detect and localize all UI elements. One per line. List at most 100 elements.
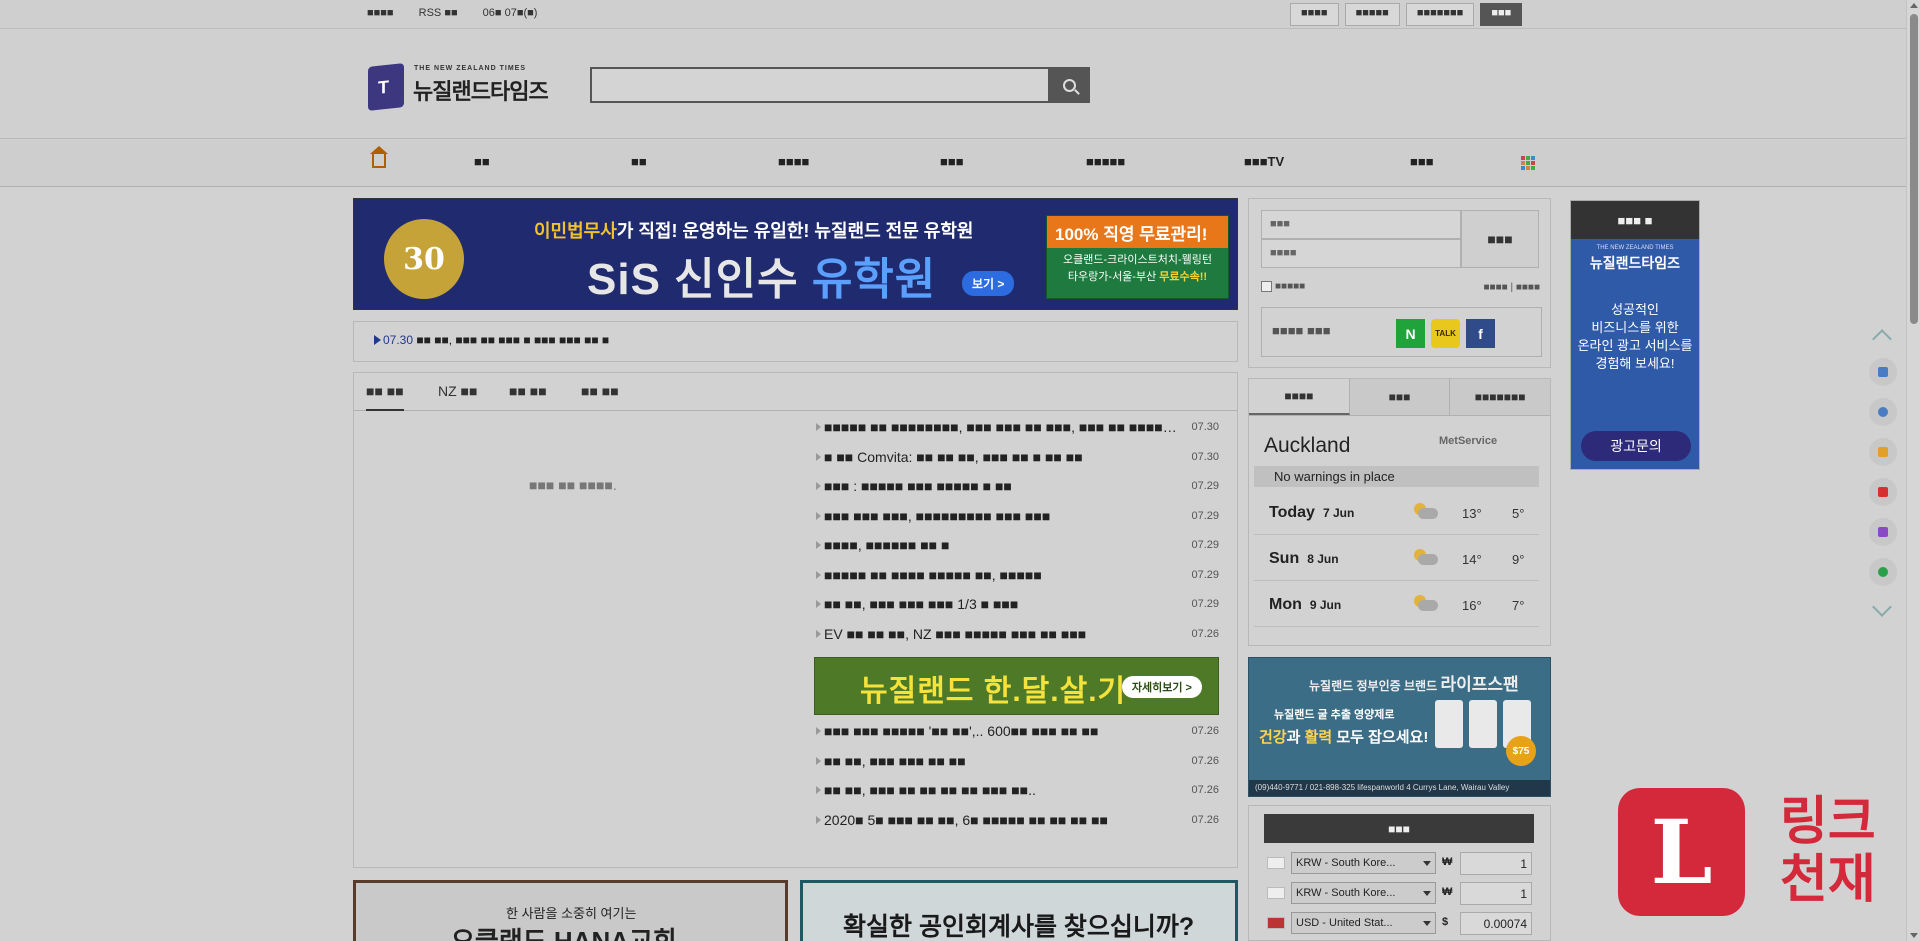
site-logo[interactable]: T THE NEW ZEALAND TIMES 뉴질랜드타임즈 xyxy=(368,63,568,113)
user-icon[interactable] xyxy=(1869,398,1897,426)
month-stay-title: 뉴질랜드 한.달.살.기 xyxy=(860,675,1127,708)
logo-text: 뉴질랜드타임즈 xyxy=(413,79,549,104)
ticker-date: 07.30 xyxy=(383,333,414,347)
nav-item-4[interactable]: ■■■ xyxy=(940,154,964,169)
nav-item-3[interactable]: ■■■■ xyxy=(778,154,809,169)
tab-news-4[interactable]: ■■ ■■ xyxy=(581,383,619,399)
ad-inquiry-button[interactable]: 광고문의 xyxy=(1581,431,1691,461)
currency-select[interactable]: KRW - South Kore... xyxy=(1291,852,1436,874)
weather-tabs: ■■■■ ■■■ ■■■■■■■ xyxy=(1249,379,1551,416)
news-ticker[interactable]: 07.30 ■■ ■■, ■■■ ■■ ■■■ ■ ■■■ ■■■ ■■ ■ xyxy=(353,321,1238,362)
bell-icon[interactable] xyxy=(1869,478,1897,506)
scroll-down-arrow[interactable] xyxy=(1910,933,1918,938)
currency-row: USD - United Stat... $ 0.00074 xyxy=(1267,911,1537,937)
password-field[interactable]: ■■■■ xyxy=(1261,239,1461,268)
top-utility-bar: ■■■■ RSS ■■ 06■ 07■(■) ■■■■ ■■■■■ ■■■■■■… xyxy=(0,0,1906,29)
news-item[interactable]: ■■■■■ ■■ ■■■■■■■■, ■■■ ■■■ ■■ ■■■, ■■■ ■… xyxy=(814,419,1219,449)
chat-icon[interactable] xyxy=(1869,438,1897,466)
top-button-4[interactable]: ■■■ xyxy=(1480,3,1523,26)
nav-item-7[interactable]: ■■■ xyxy=(1410,154,1434,169)
search-icon xyxy=(1062,78,1076,92)
news-item[interactable]: ■■ ■■, ■■■ ■■■ ■■■ 1/3 ■ ■■■ 07.29 xyxy=(814,596,1219,626)
tab-weather-2[interactable]: ■■■ xyxy=(1349,379,1451,415)
scroll-bottom-icon[interactable] xyxy=(1872,597,1892,617)
no-image-text: ■■■ ■■ ■■■■. xyxy=(529,477,617,493)
top-button-2[interactable]: ■■■■■ xyxy=(1344,3,1400,26)
price-badge: $75 xyxy=(1506,736,1536,766)
home-icon[interactable] xyxy=(370,146,388,168)
username-field[interactable]: ■■■ xyxy=(1261,210,1461,239)
nav-item-tv[interactable]: ■■■TV xyxy=(1244,154,1284,169)
tab-news-1[interactable]: ■■ ■■ xyxy=(366,383,404,411)
side-ad[interactable]: ■■■ ■ THE NEW ZEALAND TIMES 뉴질랜드타임즈 성공적인… xyxy=(1570,200,1700,470)
ticker-play-icon xyxy=(374,335,381,345)
amount-input[interactable]: 1 xyxy=(1460,852,1532,875)
usa-flag-icon xyxy=(1267,917,1285,929)
watermark-text: 링크 천재 xyxy=(1780,793,1876,909)
auto-login-checkbox[interactable]: ■■■■■ xyxy=(1261,281,1305,292)
social-login-label: ■■■■ ■■■ xyxy=(1272,323,1331,338)
news-item[interactable]: EV ■■ ■■ ■■, NZ ■■■ ■■■■■ ■■■ ■■ ■■■ 07.2… xyxy=(814,626,1219,656)
rss-link[interactable]: RSS ■■ xyxy=(419,7,458,19)
menu-icon[interactable] xyxy=(1869,358,1897,386)
news-panel: ■■ ■■ NZ ■■ ■■ ■■ ■■ ■■ ■■■ ■■ ■■■■. ■■■… xyxy=(353,372,1238,868)
showers-icon xyxy=(1414,549,1438,569)
scroll-thumb[interactable] xyxy=(1910,14,1918,324)
nav-item-2[interactable]: ■■ xyxy=(631,154,647,169)
shop-icon[interactable] xyxy=(1869,518,1897,546)
logo-mark: T xyxy=(368,63,404,111)
month-stay-banner[interactable]: 뉴질랜드 한.달.살.기 자세히보기 > xyxy=(814,657,1219,715)
amount-input[interactable]: 1 xyxy=(1460,882,1532,905)
search-icon[interactable] xyxy=(1869,558,1897,586)
forecast-row: Today 7 Jun 13° 5° xyxy=(1254,491,1539,535)
top-link-1[interactable]: ■■■■ xyxy=(367,7,394,19)
news-item[interactable]: ■■■■, ■■■■■■ ■■ ■ 07.29 xyxy=(814,537,1219,567)
page-scrollbar[interactable] xyxy=(1906,0,1920,941)
tab-weather-3[interactable]: ■■■■■■■ xyxy=(1450,379,1551,415)
currency-select[interactable]: KRW - South Kore... xyxy=(1291,882,1436,904)
accountant-banner[interactable]: 확실한 공인회계사를 찾으십니까? xyxy=(800,880,1238,941)
hana-church-banner[interactable]: 한 사람을 소중히 여기는 오클랜드 HANA교회 xyxy=(353,880,788,941)
tab-nz-news[interactable]: NZ ■■ xyxy=(438,383,477,399)
kakao-icon[interactable]: TALK xyxy=(1431,319,1460,348)
scroll-up-arrow[interactable] xyxy=(1910,3,1918,8)
top-button-3[interactable]: ■■■■■■■ xyxy=(1405,3,1475,26)
accountant-title: 확실한 공인회계사를 찾으십니까? xyxy=(843,913,1195,941)
lifespan-banner[interactable]: 뉴질랜드 정부인증 브랜드 라이프스팬 뉴질랜드 굴 추출 영양제로 건강과 활… xyxy=(1248,657,1551,797)
amount-input[interactable]: 0.00074 xyxy=(1460,912,1532,935)
ticker-text[interactable]: ■■ ■■, ■■■ ■■ ■■■ ■ ■■■ ■■■ ■■ ■ xyxy=(416,333,609,347)
news-item[interactable]: ■ ■■ Comvita: ■■ ■■ ■■, ■■■ ■■ ■ ■■ ■■ 07… xyxy=(814,449,1219,479)
currency-select[interactable]: USD - United Stat... xyxy=(1291,912,1436,934)
news-item[interactable]: ■■■ ■■■ ■■■, ■■■■■■■■■ ■■■ ■■■ 07.29 xyxy=(814,508,1219,538)
search-button[interactable] xyxy=(1048,67,1090,103)
tab-weather[interactable]: ■■■■ xyxy=(1249,379,1350,415)
promo-text: 오클랜드-크라이스트처치-웰링턴 타우랑가-서울-부산 무료수속!! xyxy=(1062,254,1212,283)
news-item[interactable]: ■■■■■ ■■ ■■■■ ■■■■■ ■■, ■■■■■ 07.29 xyxy=(814,567,1219,597)
banner-see-button[interactable]: 보기 > xyxy=(962,271,1015,296)
side-ad-brand: 뉴질랜드타임즈 xyxy=(1589,255,1681,271)
scroll-top-icon[interactable] xyxy=(1872,329,1892,349)
nav-item-5[interactable]: ■■■■■ xyxy=(1086,154,1125,169)
converter-title: ■■■ xyxy=(1264,814,1534,843)
login-button[interactable]: ■■■ xyxy=(1461,210,1539,268)
korea-flag-icon xyxy=(1267,857,1285,869)
facebook-icon[interactable]: f xyxy=(1466,319,1495,348)
news-item[interactable]: ■■ ■■, ■■■ ■■ ■■ ■■ ■■ ■■■ ■■.. 07.26 xyxy=(814,782,1219,812)
news-tabs: ■■ ■■ NZ ■■ ■■ ■■ ■■ ■■ xyxy=(354,373,1237,411)
lifespan-footer: (09)440-9771 / 021-898-325 lifespanworld… xyxy=(1249,780,1550,796)
top-button-1[interactable]: ■■■■ xyxy=(1290,3,1339,26)
month-stay-button[interactable]: 자세히보기 > xyxy=(1121,676,1202,698)
all-menu-icon[interactable] xyxy=(1521,156,1535,170)
news-item[interactable]: ■■■ ■■■ ■■■■■ '■■ ■■',.. 600■■ ■■■ ■■ ■■… xyxy=(814,723,1219,753)
tab-news-3[interactable]: ■■ ■■ xyxy=(509,383,547,399)
search-input[interactable] xyxy=(590,67,1090,103)
nav-item-1[interactable]: ■■ xyxy=(474,154,490,169)
news-item[interactable]: ■■ ■■, ■■■ ■■■ ■■ ■■ 07.26 xyxy=(814,753,1219,783)
news-item[interactable]: ■■■ : ■■■■■ ■■■ ■■■■■ ■ ■■ 07.29 xyxy=(814,478,1219,508)
news-item[interactable]: 2020■ 5■ ■■■ ■■ ■■, 6■ ■■■■■ ■■ ■■ ■■ ■■… xyxy=(814,812,1219,842)
weather-city: Auckland xyxy=(1264,434,1351,457)
sis-agency-banner[interactable]: 30 이민법무사가 직접! 운영하는 유일한! 뉴질랜드 전문 유학원 SiS … xyxy=(353,198,1238,310)
checkbox-icon[interactable] xyxy=(1261,281,1272,292)
naver-icon[interactable]: N xyxy=(1396,319,1425,348)
account-links[interactable]: ■■■■ | ■■■■ xyxy=(1484,282,1540,293)
